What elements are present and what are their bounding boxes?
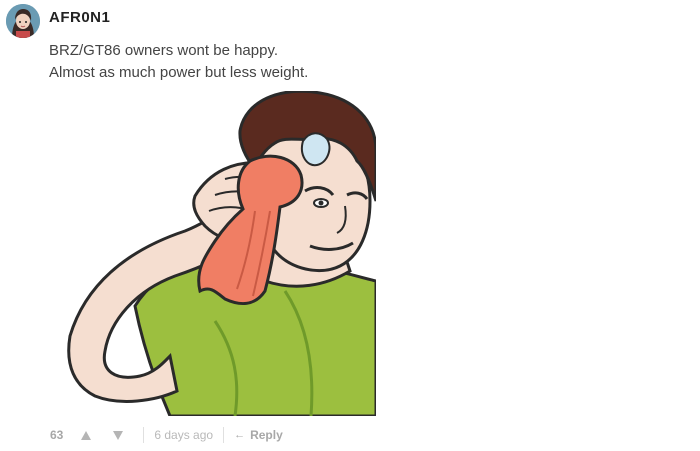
vote-score: 63 xyxy=(50,428,64,442)
comment-line: Almost as much power but less weight. xyxy=(49,64,309,81)
avatar-image xyxy=(6,4,40,38)
sweating-towel-meme-image xyxy=(65,91,376,416)
avatar[interactable] xyxy=(6,4,40,38)
comment-actions: 63 6 days ago ← Reply xyxy=(50,426,283,444)
comment-username[interactable]: AFR0N1 xyxy=(49,9,110,26)
upvote-triangle-icon[interactable] xyxy=(79,428,93,442)
divider xyxy=(143,427,145,443)
comment-timestamp[interactable]: 6 days ago xyxy=(154,428,213,442)
downvote-triangle-icon[interactable] xyxy=(111,428,125,442)
reply-button[interactable]: ← Reply xyxy=(234,428,283,442)
reply-arrow-icon: ← xyxy=(234,429,246,441)
reply-label: Reply xyxy=(250,428,283,442)
comment-body: BRZ/GT86 owners wont be happy. Almost as… xyxy=(49,40,308,84)
comment-line: BRZ/GT86 owners wont be happy. xyxy=(49,42,278,59)
divider xyxy=(223,427,225,443)
